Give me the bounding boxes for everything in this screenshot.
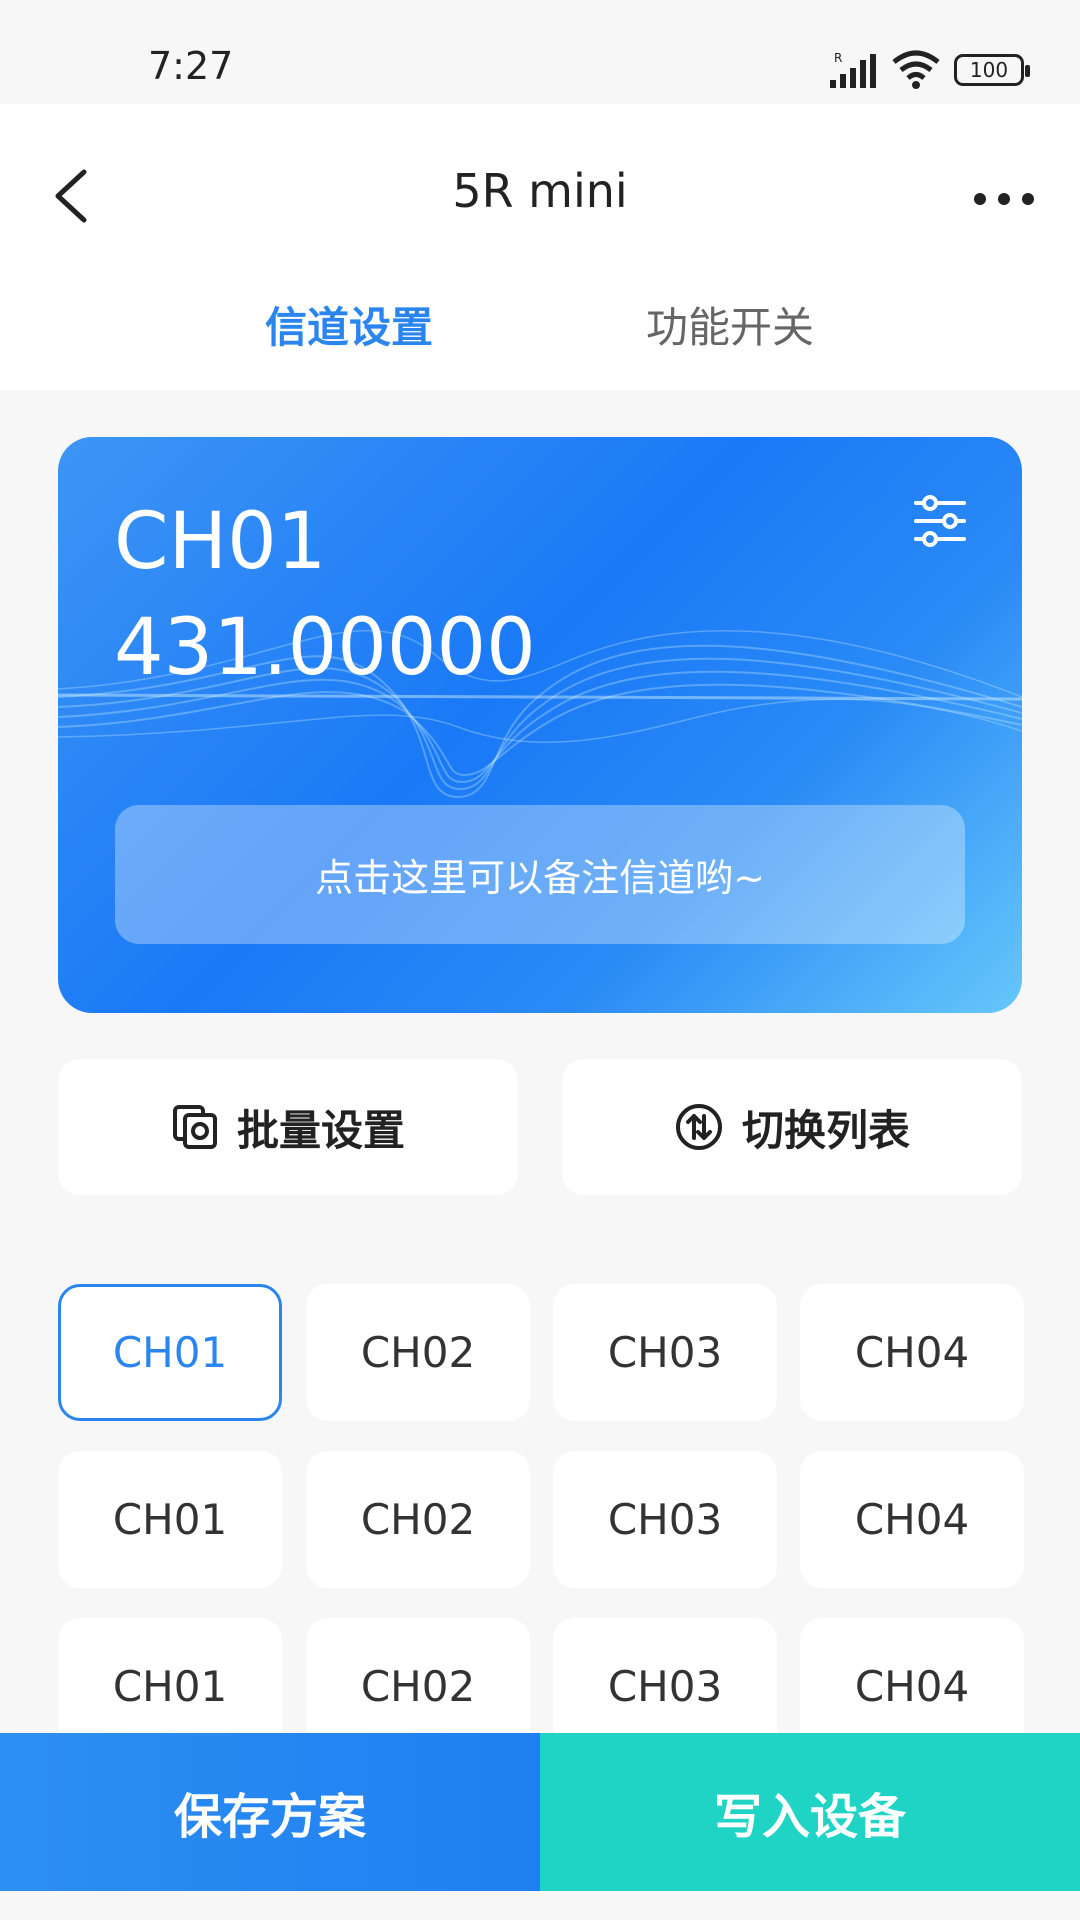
channel-note-input[interactable]: 点击这里可以备注信道哟~ bbox=[115, 805, 965, 944]
channel-cell[interactable]: CH03 bbox=[553, 1284, 777, 1421]
channel-cell[interactable]: CH03 bbox=[553, 1451, 777, 1588]
tab-function-switches[interactable]: 功能开关 bbox=[646, 294, 814, 355]
bottom-safe-area bbox=[0, 1891, 1080, 1920]
battery-icon: 100 bbox=[954, 54, 1030, 86]
channel-card: CH01 431.00000 点击这里可以备注信道哟~ bbox=[58, 437, 1022, 1013]
more-button[interactable] bbox=[964, 174, 1044, 224]
channel-cell[interactable]: CH01 bbox=[58, 1618, 282, 1736]
page-title: 5R mini bbox=[452, 164, 628, 218]
current-frequency: 431.00000 bbox=[114, 603, 536, 693]
channel-cell[interactable]: CH04 bbox=[800, 1451, 1024, 1588]
channel-grid: CH01 CH02 CH03 CH04 CH01 CH02 CH03 CH04 … bbox=[58, 1284, 1024, 1736]
more-icon bbox=[974, 193, 1034, 205]
write-device-button[interactable]: 写入设备 bbox=[540, 1733, 1080, 1891]
switch-list-label: 切换列表 bbox=[741, 1105, 910, 1155]
tab-bar: 信道设置 功能开关 bbox=[0, 284, 1080, 374]
channel-cell[interactable]: CH01 bbox=[58, 1284, 282, 1421]
switch-icon bbox=[675, 1104, 722, 1150]
channel-cell[interactable]: CH02 bbox=[306, 1451, 530, 1588]
status-icons: R 100 bbox=[828, 48, 1030, 92]
bottom-action-bar: 保存方案 写入设备 bbox=[0, 1733, 1080, 1891]
wifi-icon bbox=[892, 50, 940, 89]
channel-cell[interactable]: CH02 bbox=[306, 1618, 530, 1736]
sliders-icon bbox=[914, 495, 966, 547]
settings-button[interactable] bbox=[912, 493, 968, 549]
channel-cell[interactable]: CH04 bbox=[800, 1284, 1024, 1421]
signal-icon: R bbox=[830, 51, 876, 88]
channel-cell[interactable]: CH02 bbox=[306, 1284, 530, 1421]
header: 5R mini 信道设置 功能开关 bbox=[0, 104, 1080, 390]
channel-cell[interactable]: CH01 bbox=[58, 1451, 282, 1588]
batch-settings-label: 批量设置 bbox=[236, 1105, 405, 1155]
switch-list-button[interactable]: 切换列表 bbox=[562, 1059, 1022, 1195]
channel-cell[interactable]: CH03 bbox=[553, 1618, 777, 1736]
status-bar: 7:27 R 100 bbox=[0, 0, 1080, 104]
svg-text:R: R bbox=[834, 51, 842, 65]
tab-channel-settings[interactable]: 信道设置 bbox=[265, 294, 433, 355]
batch-icon bbox=[172, 1105, 217, 1149]
batch-settings-button[interactable]: 批量设置 bbox=[58, 1059, 518, 1195]
save-plan-button[interactable]: 保存方案 bbox=[0, 1733, 540, 1891]
channel-cell[interactable]: CH04 bbox=[800, 1618, 1024, 1736]
current-channel: CH01 bbox=[114, 497, 327, 587]
status-time: 7:27 bbox=[148, 44, 234, 88]
